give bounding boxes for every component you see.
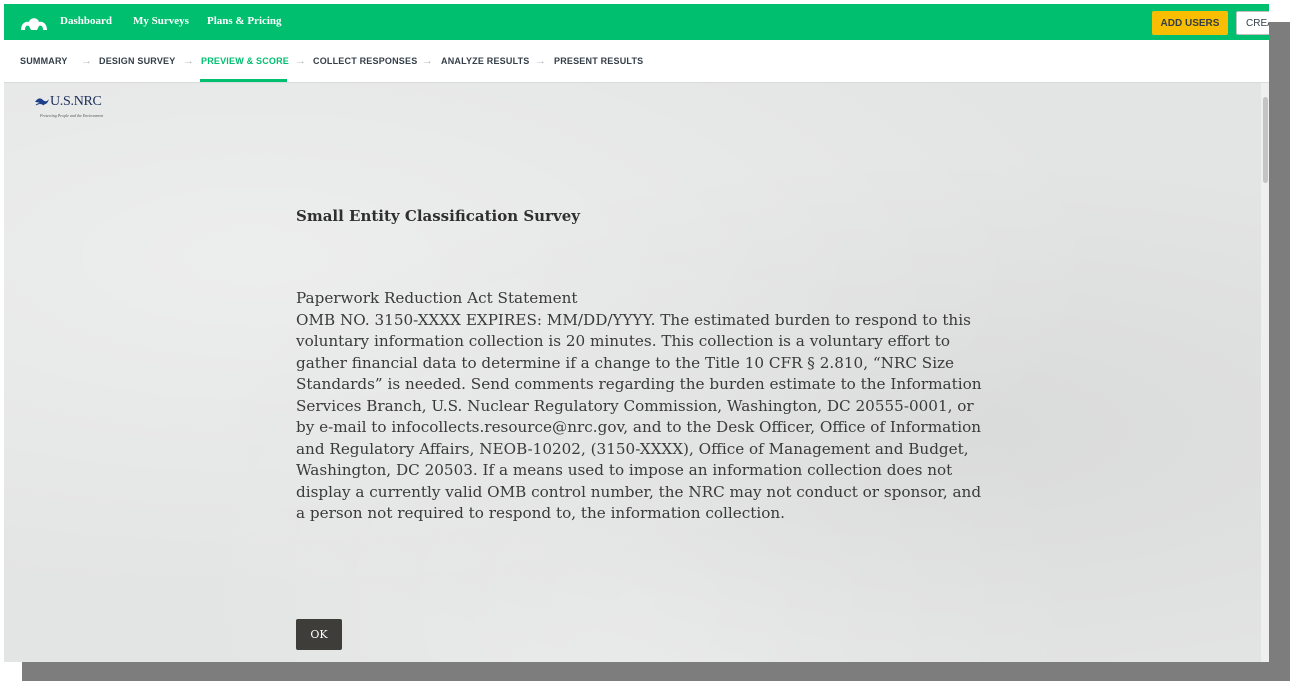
survey-title: Small Entity Classification Survey — [296, 207, 580, 225]
paperwork-statement: Paperwork Reduction Act Statement OMB NO… — [296, 288, 982, 525]
arrow-right-icon: → — [295, 55, 306, 67]
active-step-indicator — [200, 79, 287, 82]
survey-preview: U.S.NRC Protecting People and the Enviro… — [4, 83, 1269, 662]
step-preview-score[interactable]: PREVIEW & SCORE — [201, 56, 289, 66]
step-present-results[interactable]: PRESENT RESULTS — [554, 56, 643, 66]
nav-dashboard-link[interactable]: Dashboard — [60, 15, 112, 27]
nav-plans-pricing-link[interactable]: Plans & Pricing — [207, 15, 282, 27]
survey-step-nav: SUMMARY → DESIGN SURVEY → PREVIEW & SCOR… — [4, 40, 1269, 83]
nrc-emblem-icon — [35, 98, 49, 106]
nrc-logo-tagline: Protecting People and the Environment — [40, 113, 104, 118]
step-summary[interactable]: SUMMARY — [20, 56, 68, 66]
paperwork-body: OMB NO. 3150-XXXX EXPIRES: MM/DD/YYYY. T… — [296, 310, 982, 523]
surveymonkey-logo-icon[interactable] — [17, 12, 51, 32]
step-collect-responses[interactable]: COLLECT RESPONSES — [313, 56, 417, 66]
page-scrollbar-thumb[interactable] — [1263, 97, 1268, 183]
arrow-right-icon: → — [535, 55, 546, 67]
arrow-right-icon: → — [422, 55, 433, 67]
paperwork-heading: Paperwork Reduction Act Statement — [296, 289, 578, 307]
add-users-button[interactable]: ADD USERS — [1152, 11, 1228, 35]
arrow-right-icon: → — [81, 55, 92, 67]
create-survey-button[interactable]: CREA — [1236, 11, 1269, 35]
step-analyze-results[interactable]: ANALYZE RESULTS — [441, 56, 530, 66]
step-design-survey[interactable]: DESIGN SURVEY — [99, 56, 175, 66]
arrow-right-icon: → — [183, 55, 194, 67]
nav-my-surveys-link[interactable]: My Surveys — [133, 15, 189, 27]
nrc-logo: U.S.NRC Protecting People and the Enviro… — [34, 93, 114, 123]
app-window: Dashboard My Surveys Plans & Pricing ADD… — [4, 4, 1269, 662]
top-navbar: Dashboard My Surveys Plans & Pricing ADD… — [4, 4, 1269, 40]
ok-button[interactable]: OK — [296, 619, 342, 650]
nrc-logo-text: U.S.NRC — [50, 94, 102, 109]
window-shadow-right — [1269, 22, 1290, 681]
window-shadow-bottom — [22, 662, 1290, 681]
